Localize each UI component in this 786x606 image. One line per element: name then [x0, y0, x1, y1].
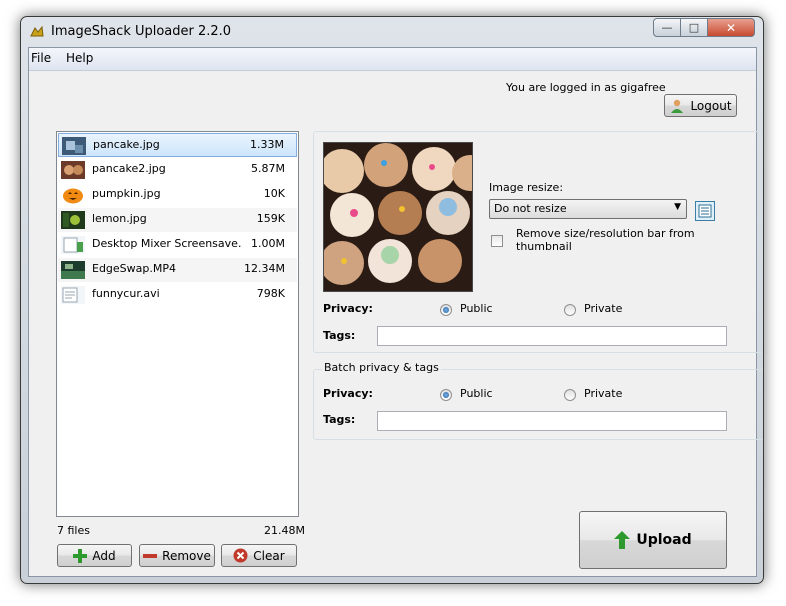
document-thumbnail-icon — [61, 286, 85, 304]
batch-private-radio[interactable] — [564, 389, 576, 401]
clear-button[interactable]: Clear — [221, 544, 297, 567]
app-window: ImageShack Uploader 2.2.0 — □ ✕ File Hel… — [20, 16, 764, 584]
add-label: Add — [92, 548, 116, 563]
file-size: 1.00M — [251, 237, 285, 250]
cupcakes-preview-image — [324, 143, 472, 291]
menu-help[interactable]: Help — [66, 51, 93, 65]
privacy-public-label: Public — [460, 302, 493, 315]
file-name: lemon.jpg — [92, 212, 147, 225]
upload-button[interactable]: Upload — [579, 511, 727, 569]
close-icon: ✕ — [725, 20, 737, 35]
plus-icon — [73, 548, 88, 563]
batch-public-radio[interactable] — [440, 389, 452, 401]
file-name: pancake.jpg — [93, 138, 160, 151]
privacy-public-radio[interactable] — [440, 304, 452, 316]
file-size: 1.33M — [250, 138, 284, 151]
resize-options-button[interactable] — [695, 201, 715, 221]
file-list[interactable]: pancake.jpg 1.33M pancake2.jpg 5.87M pum… — [56, 131, 299, 517]
upload-arrow-icon — [614, 531, 631, 549]
add-button[interactable]: Add — [57, 544, 132, 567]
file-row[interactable]: Desktop Mixer Screensave… 1.00M — [58, 233, 297, 257]
batch-private-label: Private — [584, 387, 623, 400]
image-resize-value: Do not resize — [494, 202, 567, 215]
file-name: EdgeSwap.MP4 — [92, 262, 177, 275]
privacy-private-radio[interactable] — [564, 304, 576, 316]
image-resize-select[interactable]: Do not resize ▼ — [489, 199, 687, 219]
clear-x-icon — [233, 548, 248, 563]
photo-thumbnail-icon — [61, 161, 85, 179]
file-row[interactable]: lemon.jpg 159K — [58, 208, 297, 232]
close-button[interactable]: ✕ — [708, 18, 755, 37]
file-row[interactable]: pumpkin.jpg 10K — [58, 183, 297, 207]
file-size: 159K — [256, 212, 285, 225]
client-area: File Help You are logged in as gigafree … — [28, 47, 763, 577]
privacy-private-label: Private — [584, 302, 623, 315]
video-thumbnail-icon — [61, 261, 85, 279]
file-row[interactable]: EdgeSwap.MP4 12.34M — [58, 258, 297, 282]
file-row[interactable]: pancake2.jpg 5.87M — [58, 158, 297, 182]
logout-label: Logout — [690, 98, 732, 113]
login-status: You are logged in as gigafree — [506, 81, 666, 94]
maximize-icon: □ — [688, 21, 700, 34]
image-preview — [323, 142, 473, 292]
batch-tags-input[interactable] — [377, 411, 727, 431]
file-name: funnycur.avi — [92, 287, 160, 300]
pumpkin-thumbnail-icon — [61, 186, 85, 204]
privacy-label: Privacy: — [323, 302, 373, 315]
file-name: Desktop Mixer Screensave… — [92, 237, 242, 250]
file-row[interactable]: funnycur.avi 798K — [58, 283, 297, 307]
minimize-icon: — — [661, 21, 673, 34]
file-size: 5.87M — [251, 162, 285, 175]
file-name: pumpkin.jpg — [92, 187, 161, 200]
remove-bar-checkbox[interactable] — [491, 235, 503, 247]
document-thumbnail-icon — [61, 236, 85, 254]
remove-label: Remove — [162, 548, 211, 563]
file-size: 10K — [263, 187, 285, 200]
remove-button[interactable]: Remove — [139, 544, 215, 567]
photo-thumbnail-icon — [61, 211, 85, 229]
tags-input[interactable] — [377, 326, 727, 346]
window-title: ImageShack Uploader 2.2.0 — [51, 24, 232, 39]
batch-privacy-label: Privacy: — [323, 387, 373, 400]
frog-app-icon — [30, 25, 44, 37]
minus-icon — [143, 553, 158, 558]
window-controls: — □ ✕ — [653, 18, 755, 37]
total-size: 21.48M — [264, 524, 305, 537]
remove-bar-label: Remove size/resolution bar from thumbnai… — [516, 227, 695, 253]
file-name: pancake2.jpg — [92, 162, 166, 175]
upload-label: Upload — [636, 532, 692, 548]
image-resize-label: Image resize: — [489, 181, 564, 194]
tags-label: Tags: — [323, 329, 356, 342]
file-row[interactable]: pancake.jpg 1.33M — [58, 133, 297, 157]
file-size: 12.34M — [244, 262, 285, 275]
minimize-button[interactable]: — — [653, 18, 681, 37]
file-count: 7 files — [57, 524, 90, 537]
menu-file[interactable]: File — [31, 51, 51, 65]
file-size: 798K — [256, 287, 285, 300]
list-grid-icon — [698, 204, 712, 218]
user-icon — [671, 99, 684, 113]
title-bar[interactable]: ImageShack Uploader 2.2.0 — □ ✕ — [21, 17, 763, 47]
logout-button[interactable]: Logout — [664, 94, 737, 117]
batch-group-title: Batch privacy & tags — [322, 361, 441, 374]
batch-public-label: Public — [460, 387, 493, 400]
menu-bar: File Help — [29, 48, 756, 71]
photo-thumbnail-icon — [62, 137, 86, 155]
clear-label: Clear — [253, 548, 285, 563]
batch-tags-label: Tags: — [323, 413, 356, 426]
maximize-button[interactable]: □ — [681, 18, 708, 37]
chevron-down-icon: ▼ — [674, 202, 681, 212]
